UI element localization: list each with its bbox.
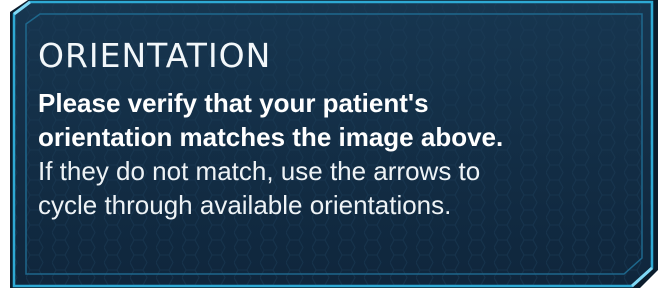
message-line-4: cycle through available orientations. [38,190,452,220]
orientation-dialog: ORIENTATION Please verify that your pati… [0,0,658,288]
message-line-3: If they do not match, use the arrows to [38,156,481,186]
message-bold-line-2: orientation matches the image above. [38,122,504,152]
dialog-title: ORIENTATION [38,36,272,75]
dialog-body: ORIENTATION Please verify that your pati… [38,34,638,222]
message-bold-line-1: Please verify that your patient's [38,88,429,118]
